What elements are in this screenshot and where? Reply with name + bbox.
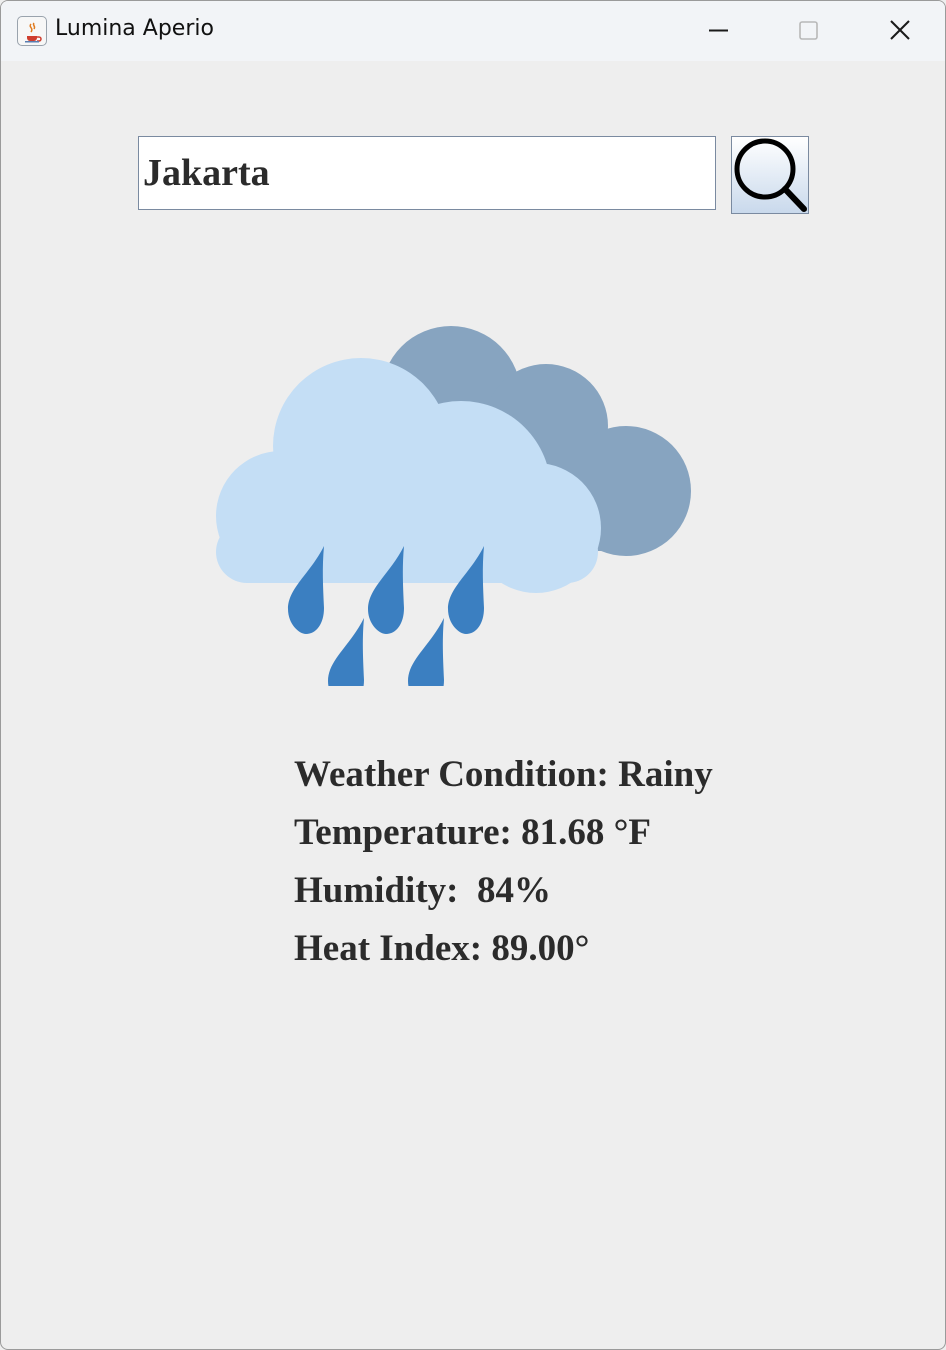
main-panel: Weather Condition: Rainy Temperature: 81…	[1, 61, 945, 1349]
weather-icon-container	[206, 316, 706, 706]
maximize-button[interactable]	[763, 1, 853, 61]
heat-index-label: Heat Index: 89.00°	[294, 928, 590, 969]
close-icon	[890, 20, 910, 40]
rain-cloud-icon	[216, 326, 691, 706]
search-button[interactable]	[731, 136, 809, 214]
search-icon	[734, 138, 807, 212]
app-window: Lumina Aperio Jakarta Weather Condition:…	[0, 0, 946, 1350]
minimize-icon	[709, 29, 728, 32]
weather-condition-label: Weather Condition: Rainy	[294, 754, 713, 795]
maximize-icon	[799, 21, 818, 40]
city-search-input[interactable]	[138, 136, 716, 210]
window-title: Lumina Aperio	[55, 16, 214, 41]
java-app-icon	[17, 16, 47, 46]
temperature-label: Temperature: 81.68 °F	[294, 812, 651, 853]
close-button[interactable]	[854, 1, 944, 61]
humidity-label: Humidity: 84%	[294, 870, 551, 911]
weather-details: Weather Condition: Rainy Temperature: 81…	[294, 751, 713, 983]
minimize-button[interactable]	[673, 1, 763, 61]
title-bar[interactable]: Lumina Aperio	[1, 1, 945, 61]
